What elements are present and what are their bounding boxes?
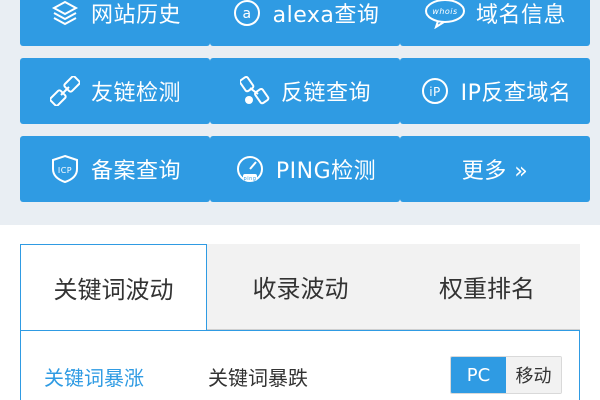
device-toggle: PC 移动 [450, 356, 562, 394]
tool-backlink-button[interactable]: 反链查询 [210, 58, 400, 124]
tool-label: 反链查询 [280, 81, 371, 106]
tool-label: PING检测 [275, 159, 377, 184]
tool-website-history-button[interactable]: 网站历史 [20, 0, 210, 46]
stack-icon [49, 0, 81, 29]
tool-grid: 网站历史 a alexa查询 whois 域名信息 友链检测 反链查询 iP I… [0, 0, 600, 225]
tab-index-fluctuation[interactable]: 收录波动 [207, 244, 394, 330]
tool-friend-link-button[interactable]: 友链检测 [20, 58, 210, 124]
tab-bar: 关键词波动 收录波动 权重排名 [20, 244, 580, 354]
icp-icon: ICP [49, 153, 81, 185]
whois-icon: whois [424, 0, 466, 29]
subtab-keyword-drop[interactable]: 关键词暴跌 [208, 362, 308, 391]
tool-label: IP反查域名 [460, 81, 572, 106]
alexa-icon: a [231, 0, 263, 29]
tool-label: alexa查询 [272, 3, 380, 28]
tool-label: 友链检测 [90, 81, 181, 106]
tool-label: 域名信息 [475, 3, 566, 28]
ip-icon: iP [419, 75, 451, 107]
link-icon [49, 75, 81, 107]
tool-domain-info-button[interactable]: whois 域名信息 [400, 0, 590, 46]
tool-icp-button[interactable]: ICP 备案查询 [20, 136, 210, 202]
backlink-icon [239, 75, 271, 107]
subtab-keyword-surge[interactable]: 关键词暴涨 [44, 362, 144, 391]
tab-weight-ranking[interactable]: 权重排名 [394, 244, 580, 330]
svg-text:whois: whois [432, 7, 457, 16]
tab-keyword-fluctuation[interactable]: 关键词波动 [20, 244, 207, 330]
tool-ping-button[interactable]: ping PING检测 [210, 136, 400, 202]
tool-alexa-button[interactable]: a alexa查询 [210, 0, 400, 46]
svg-text:a: a [242, 6, 251, 22]
tool-label: 更多 » [461, 159, 529, 184]
svg-text:ICP: ICP [58, 166, 72, 175]
tool-label: 备案查询 [90, 159, 181, 184]
svg-text:iP: iP [429, 85, 441, 99]
tool-ip-reverse-button[interactable]: iP IP反查域名 [400, 58, 590, 124]
tool-label: 网站历史 [90, 3, 181, 28]
device-pc-option[interactable]: PC [451, 357, 506, 393]
ping-gauge-icon: ping [234, 153, 266, 185]
tool-more-button[interactable]: 更多 » [400, 136, 590, 202]
svg-text:ping: ping [243, 176, 256, 182]
device-mobile-option[interactable]: 移动 [506, 357, 561, 393]
